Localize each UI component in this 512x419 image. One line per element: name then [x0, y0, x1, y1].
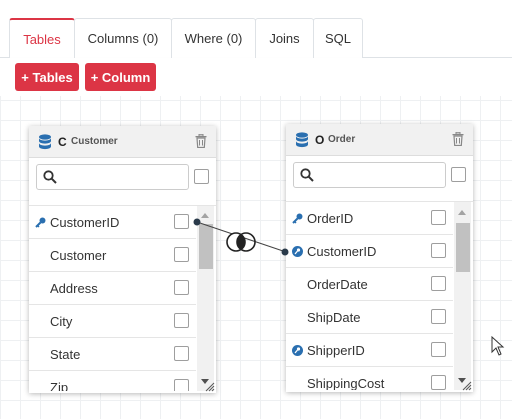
column-row-customer[interactable]: Customer	[29, 239, 196, 272]
column-search-input[interactable]	[293, 162, 446, 188]
table-name: Order	[328, 134, 356, 145]
column-list: OrderID CustomerID OrderDate ShipDate Sh…	[286, 201, 473, 390]
column-label: OrderDate	[307, 277, 368, 292]
column-list: CustomerID Customer Address City State Z…	[29, 205, 216, 391]
scrollbar-thumb[interactable]	[199, 224, 213, 269]
scroll-up-icon[interactable]	[201, 213, 209, 218]
toolbar: + Tables + Column	[0, 58, 512, 96]
column-checkbox[interactable]	[174, 280, 189, 295]
column-search-input[interactable]	[36, 164, 189, 190]
column-checkbox[interactable]	[431, 309, 446, 324]
resize-handle-icon[interactable]	[462, 381, 472, 391]
table-name: Customer	[71, 136, 118, 147]
column-row-orderid[interactable]: OrderID	[286, 202, 453, 235]
database-icon	[39, 134, 51, 150]
trash-icon[interactable]	[452, 132, 464, 146]
tab-bar: Tables Columns (0) Where (0) Joins SQL	[0, 0, 512, 59]
tab-columns[interactable]: Columns (0)	[74, 18, 172, 58]
column-checkbox[interactable]	[431, 276, 446, 291]
column-label: State	[50, 347, 81, 362]
column-label: ShipperID	[307, 343, 365, 358]
add-tables-button[interactable]: + Tables	[15, 63, 79, 91]
mouse-cursor-icon	[491, 336, 505, 356]
column-row-shipperid[interactable]: ShipperID	[286, 334, 453, 367]
column-checkbox[interactable]	[431, 375, 446, 390]
table-alias: C	[58, 135, 67, 149]
column-label: City	[50, 314, 73, 329]
column-row-state[interactable]: State	[29, 338, 196, 371]
scroll-up-icon[interactable]	[458, 210, 466, 215]
select-all-checkbox[interactable]	[194, 169, 209, 184]
tab-joins[interactable]: Joins	[255, 18, 314, 58]
search-icon	[300, 168, 314, 182]
column-checkbox[interactable]	[174, 313, 189, 328]
column-row-shippingcost[interactable]: ShippingCost	[286, 367, 453, 390]
column-label: CustomerID	[50, 215, 120, 230]
column-row-customerid[interactable]: CustomerID	[286, 235, 453, 268]
column-label: OrderID	[307, 211, 354, 226]
column-row-shipdate[interactable]: ShipDate	[286, 301, 453, 334]
table-header[interactable]: C Customer	[29, 126, 216, 158]
tab-label: Tables	[23, 31, 61, 47]
table-panel-customer[interactable]: C Customer CustomerID Customer Address C…	[29, 126, 216, 393]
column-checkbox[interactable]	[174, 379, 189, 391]
add-column-button[interactable]: + Column	[85, 63, 156, 91]
select-all-checkbox[interactable]	[451, 167, 466, 182]
tab-label: Joins	[269, 31, 300, 46]
tab-where[interactable]: Where (0)	[171, 18, 256, 58]
table-header[interactable]: O Order	[286, 124, 473, 156]
column-checkbox[interactable]	[174, 247, 189, 262]
search-icon	[43, 170, 57, 184]
column-label: Address	[50, 281, 98, 296]
column-list-scrollbar[interactable]	[197, 206, 214, 391]
database-icon	[296, 132, 308, 148]
foreign-key-icon	[292, 246, 303, 257]
column-row-customerid[interactable]: CustomerID	[29, 206, 196, 239]
tab-label: Where (0)	[184, 31, 243, 46]
column-row-address[interactable]: Address	[29, 272, 196, 305]
table-alias: O	[315, 133, 325, 147]
scrollbar-thumb[interactable]	[456, 223, 470, 272]
resize-handle-icon[interactable]	[205, 382, 215, 392]
tab-label: Columns (0)	[87, 31, 159, 46]
tab-tables[interactable]: Tables	[9, 18, 75, 59]
column-label: Customer	[50, 248, 107, 263]
foreign-key-icon	[292, 345, 303, 356]
column-label: CustomerID	[307, 244, 377, 259]
table-panel-order[interactable]: O Order OrderID CustomerID OrderDate Shi…	[286, 124, 473, 392]
column-row-zip[interactable]: Zip	[29, 371, 196, 391]
column-row-city[interactable]: City	[29, 305, 196, 338]
column-checkbox[interactable]	[174, 346, 189, 361]
tab-sql[interactable]: SQL	[313, 18, 363, 58]
key-icon	[35, 217, 46, 228]
column-list-scrollbar[interactable]	[454, 202, 471, 390]
column-row-orderdate[interactable]: OrderDate	[286, 268, 453, 301]
column-checkbox[interactable]	[174, 214, 189, 229]
column-checkbox[interactable]	[431, 342, 446, 357]
key-icon	[292, 213, 303, 224]
tab-label: SQL	[324, 31, 351, 46]
column-label: Zip	[50, 380, 69, 391]
trash-icon[interactable]	[195, 134, 207, 148]
column-label: ShippingCost	[307, 376, 385, 390]
column-label: ShipDate	[307, 310, 361, 325]
column-checkbox[interactable]	[431, 243, 446, 258]
column-checkbox[interactable]	[431, 210, 446, 225]
